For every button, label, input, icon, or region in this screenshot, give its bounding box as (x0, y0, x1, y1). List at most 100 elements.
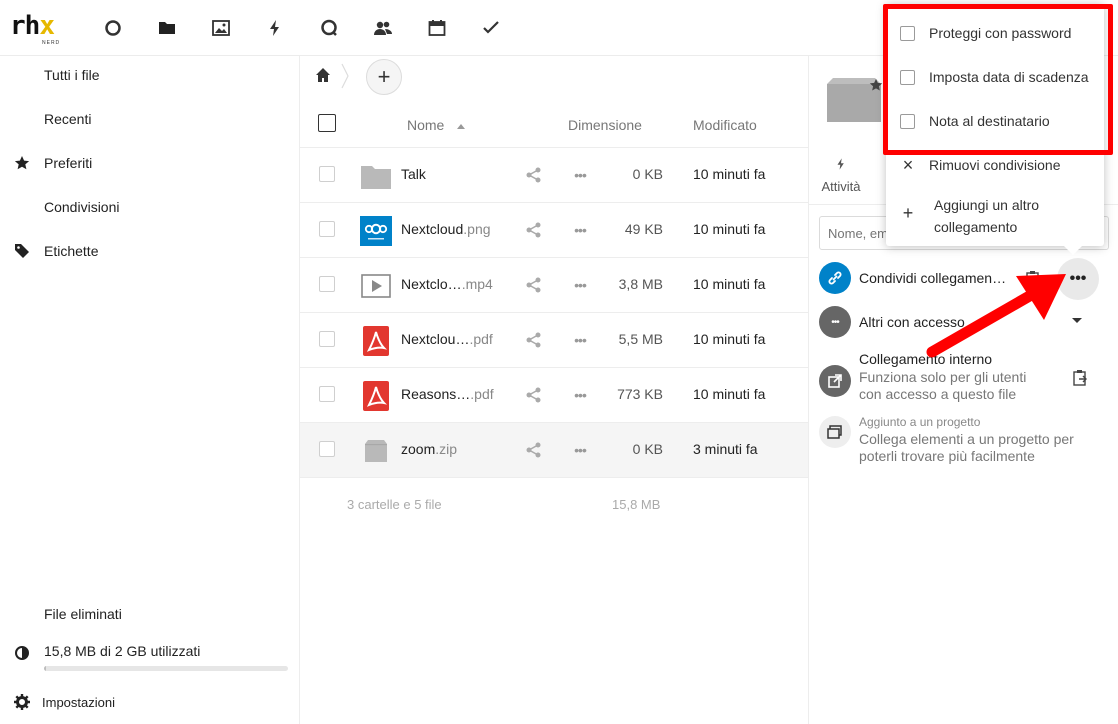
photos-icon[interactable] (208, 15, 234, 41)
sort-caret-icon (457, 124, 465, 129)
file-row[interactable]: Reasons….pdf ••• 773 KB 10 minuti fa (300, 368, 808, 423)
file-name[interactable]: Reasons….pdf (401, 386, 494, 402)
file-extension: .zip (435, 441, 458, 457)
more-actions-icon[interactable]: ••• (571, 276, 589, 294)
sidebar-item-label: Recenti (44, 111, 92, 127)
file-size: 3,8 MB (618, 276, 663, 292)
link-icon (819, 262, 851, 294)
expiration-checkbox[interactable] (900, 70, 915, 85)
menu-item-label-line1: Aggiungi un altro (934, 197, 1040, 213)
row-checkbox[interactable] (319, 276, 335, 292)
file-name[interactable]: Nextclou….pdf (401, 331, 493, 347)
calendar-icon[interactable] (424, 15, 450, 41)
sidebar-item-label: Preferiti (44, 155, 93, 171)
menu-item-label: Imposta data di scadenza (929, 69, 1089, 85)
sidebar-item-shares[interactable]: Condivisioni (0, 185, 300, 229)
tab-activity[interactable]: Attività (817, 156, 865, 200)
share-icon[interactable] (525, 166, 543, 184)
menu-item-note-recipient[interactable]: Nota al destinatario (886, 100, 1104, 144)
row-checkbox[interactable] (319, 166, 335, 182)
share-menu-button[interactable]: ••• (1057, 258, 1099, 300)
row-checkbox[interactable] (319, 441, 335, 457)
file-modified: 10 minuti fa (693, 386, 766, 402)
sidebar-item-tags[interactable]: Etichette (0, 229, 300, 273)
share-link-label[interactable]: Condividi collegamen… (859, 270, 1006, 286)
column-modified[interactable]: Modificato (693, 117, 757, 133)
sidebar-item-favorites[interactable]: Preferiti (0, 141, 300, 185)
new-file-button[interactable]: + (366, 59, 402, 95)
share-icon[interactable] (525, 386, 543, 404)
share-icon[interactable] (525, 276, 543, 294)
sidebar-item-all-files[interactable]: Tutti i file (0, 53, 300, 97)
files-icon[interactable] (154, 15, 180, 41)
internal-link-subtitle: Funziona solo per gli utenti con accesso… (859, 369, 1027, 402)
contacts-icon[interactable] (370, 15, 396, 41)
tasks-icon[interactable] (478, 15, 504, 41)
file-size: 773 KB (617, 386, 663, 402)
file-row[interactable]: zoom.zip ••• 0 KB 3 minuti fa (300, 423, 808, 478)
file-row[interactable]: Talk ••• 0 KB 10 minuti fa (300, 148, 808, 203)
breadcrumb: + (300, 56, 808, 96)
close-icon: × (902, 155, 914, 175)
dashboard-icon[interactable] (100, 15, 126, 41)
clipboard-icon[interactable] (1024, 270, 1042, 288)
file-name[interactable]: Nextclo….mp4 (401, 276, 493, 292)
clipboard-icon[interactable] (1071, 369, 1089, 387)
more-actions-icon[interactable]: ••• (571, 221, 589, 239)
more-actions-icon[interactable]: ••• (571, 441, 589, 459)
file-modified: 3 minuti fa (693, 441, 758, 457)
tab-label: Attività (821, 179, 861, 194)
sidebar-item-recent[interactable]: Recenti (0, 97, 300, 141)
left-sidebar: Tutti i file Recenti Preferiti Condivisi… (0, 56, 300, 724)
file-name[interactable]: zoom.zip (401, 441, 457, 457)
note-checkbox[interactable] (900, 114, 915, 129)
file-row[interactable]: Nextcloud.png ••• 49 KB 10 minuti fa (300, 203, 808, 258)
share-icon[interactable] (525, 441, 543, 459)
menu-item-add-link[interactable]: + Aggiungi un altro collegamento (886, 190, 1104, 240)
more-actions-icon[interactable]: ••• (571, 386, 589, 404)
file-name[interactable]: Nextcloud.png (401, 221, 491, 237)
menu-item-remove-share[interactable]: × Rimuovi condivisione (886, 144, 1104, 188)
share-options-menu: Proteggi con password Imposta data di sc… (886, 4, 1104, 255)
row-checkbox[interactable] (319, 386, 335, 402)
file-basename: Nextcloud (401, 221, 464, 237)
menu-item-label: Proteggi con password (929, 25, 1072, 41)
row-checkbox[interactable] (319, 221, 335, 237)
more-actions-icon[interactable]: ••• (571, 166, 589, 184)
file-basename: Nextclou… (401, 331, 470, 347)
sidebar-item-settings[interactable]: Impostazioni (0, 680, 300, 724)
menu-item-label: Nota al destinatario (929, 113, 1050, 129)
home-icon[interactable] (312, 64, 334, 86)
favorite-star-icon[interactable] (869, 78, 883, 92)
password-checkbox[interactable] (900, 26, 915, 41)
file-name[interactable]: Talk (401, 166, 426, 182)
others-access-row[interactable]: ••• Altri con accesso (819, 306, 1109, 340)
column-size[interactable]: Dimensione (568, 117, 642, 133)
logo[interactable]: rhx NERD (10, 12, 74, 46)
file-row[interactable]: Nextclo….mp4 ••• 3,8 MB 10 minuti fa (300, 258, 808, 313)
gear-icon (13, 693, 31, 711)
row-checkbox[interactable] (319, 331, 335, 347)
internal-link-title[interactable]: Collegamento interno (859, 351, 992, 367)
sidebar-item-label: Etichette (44, 243, 99, 259)
share-icon[interactable] (525, 331, 543, 349)
logo-subtext: NERD (42, 40, 61, 46)
column-name[interactable]: Nome (407, 117, 444, 133)
select-all-checkbox[interactable] (318, 114, 336, 132)
summary-count: 3 cartelle e 5 file (347, 497, 442, 512)
quota-bar (44, 666, 288, 671)
project-icon (819, 416, 851, 448)
project-row[interactable]: Aggiunto a un progetto Collega elementi … (819, 415, 1109, 472)
menu-item-expiration-date[interactable]: Imposta data di scadenza (886, 56, 1104, 100)
talk-icon[interactable] (316, 15, 342, 41)
file-row[interactable]: Nextclou….pdf ••• 5,5 MB 10 minuti fa (300, 313, 808, 368)
activity-icon (837, 158, 844, 170)
menu-item-password-protect[interactable]: Proteggi con password (886, 12, 1104, 56)
chevron-down-icon[interactable] (1072, 318, 1082, 323)
more-actions-icon[interactable]: ••• (571, 331, 589, 349)
share-icon[interactable] (525, 221, 543, 239)
activity-icon[interactable] (262, 15, 288, 41)
file-size: 0 KB (632, 166, 663, 182)
file-basename: Nextclo… (401, 276, 462, 292)
menu-item-label-line2: collegamento (934, 219, 1018, 235)
